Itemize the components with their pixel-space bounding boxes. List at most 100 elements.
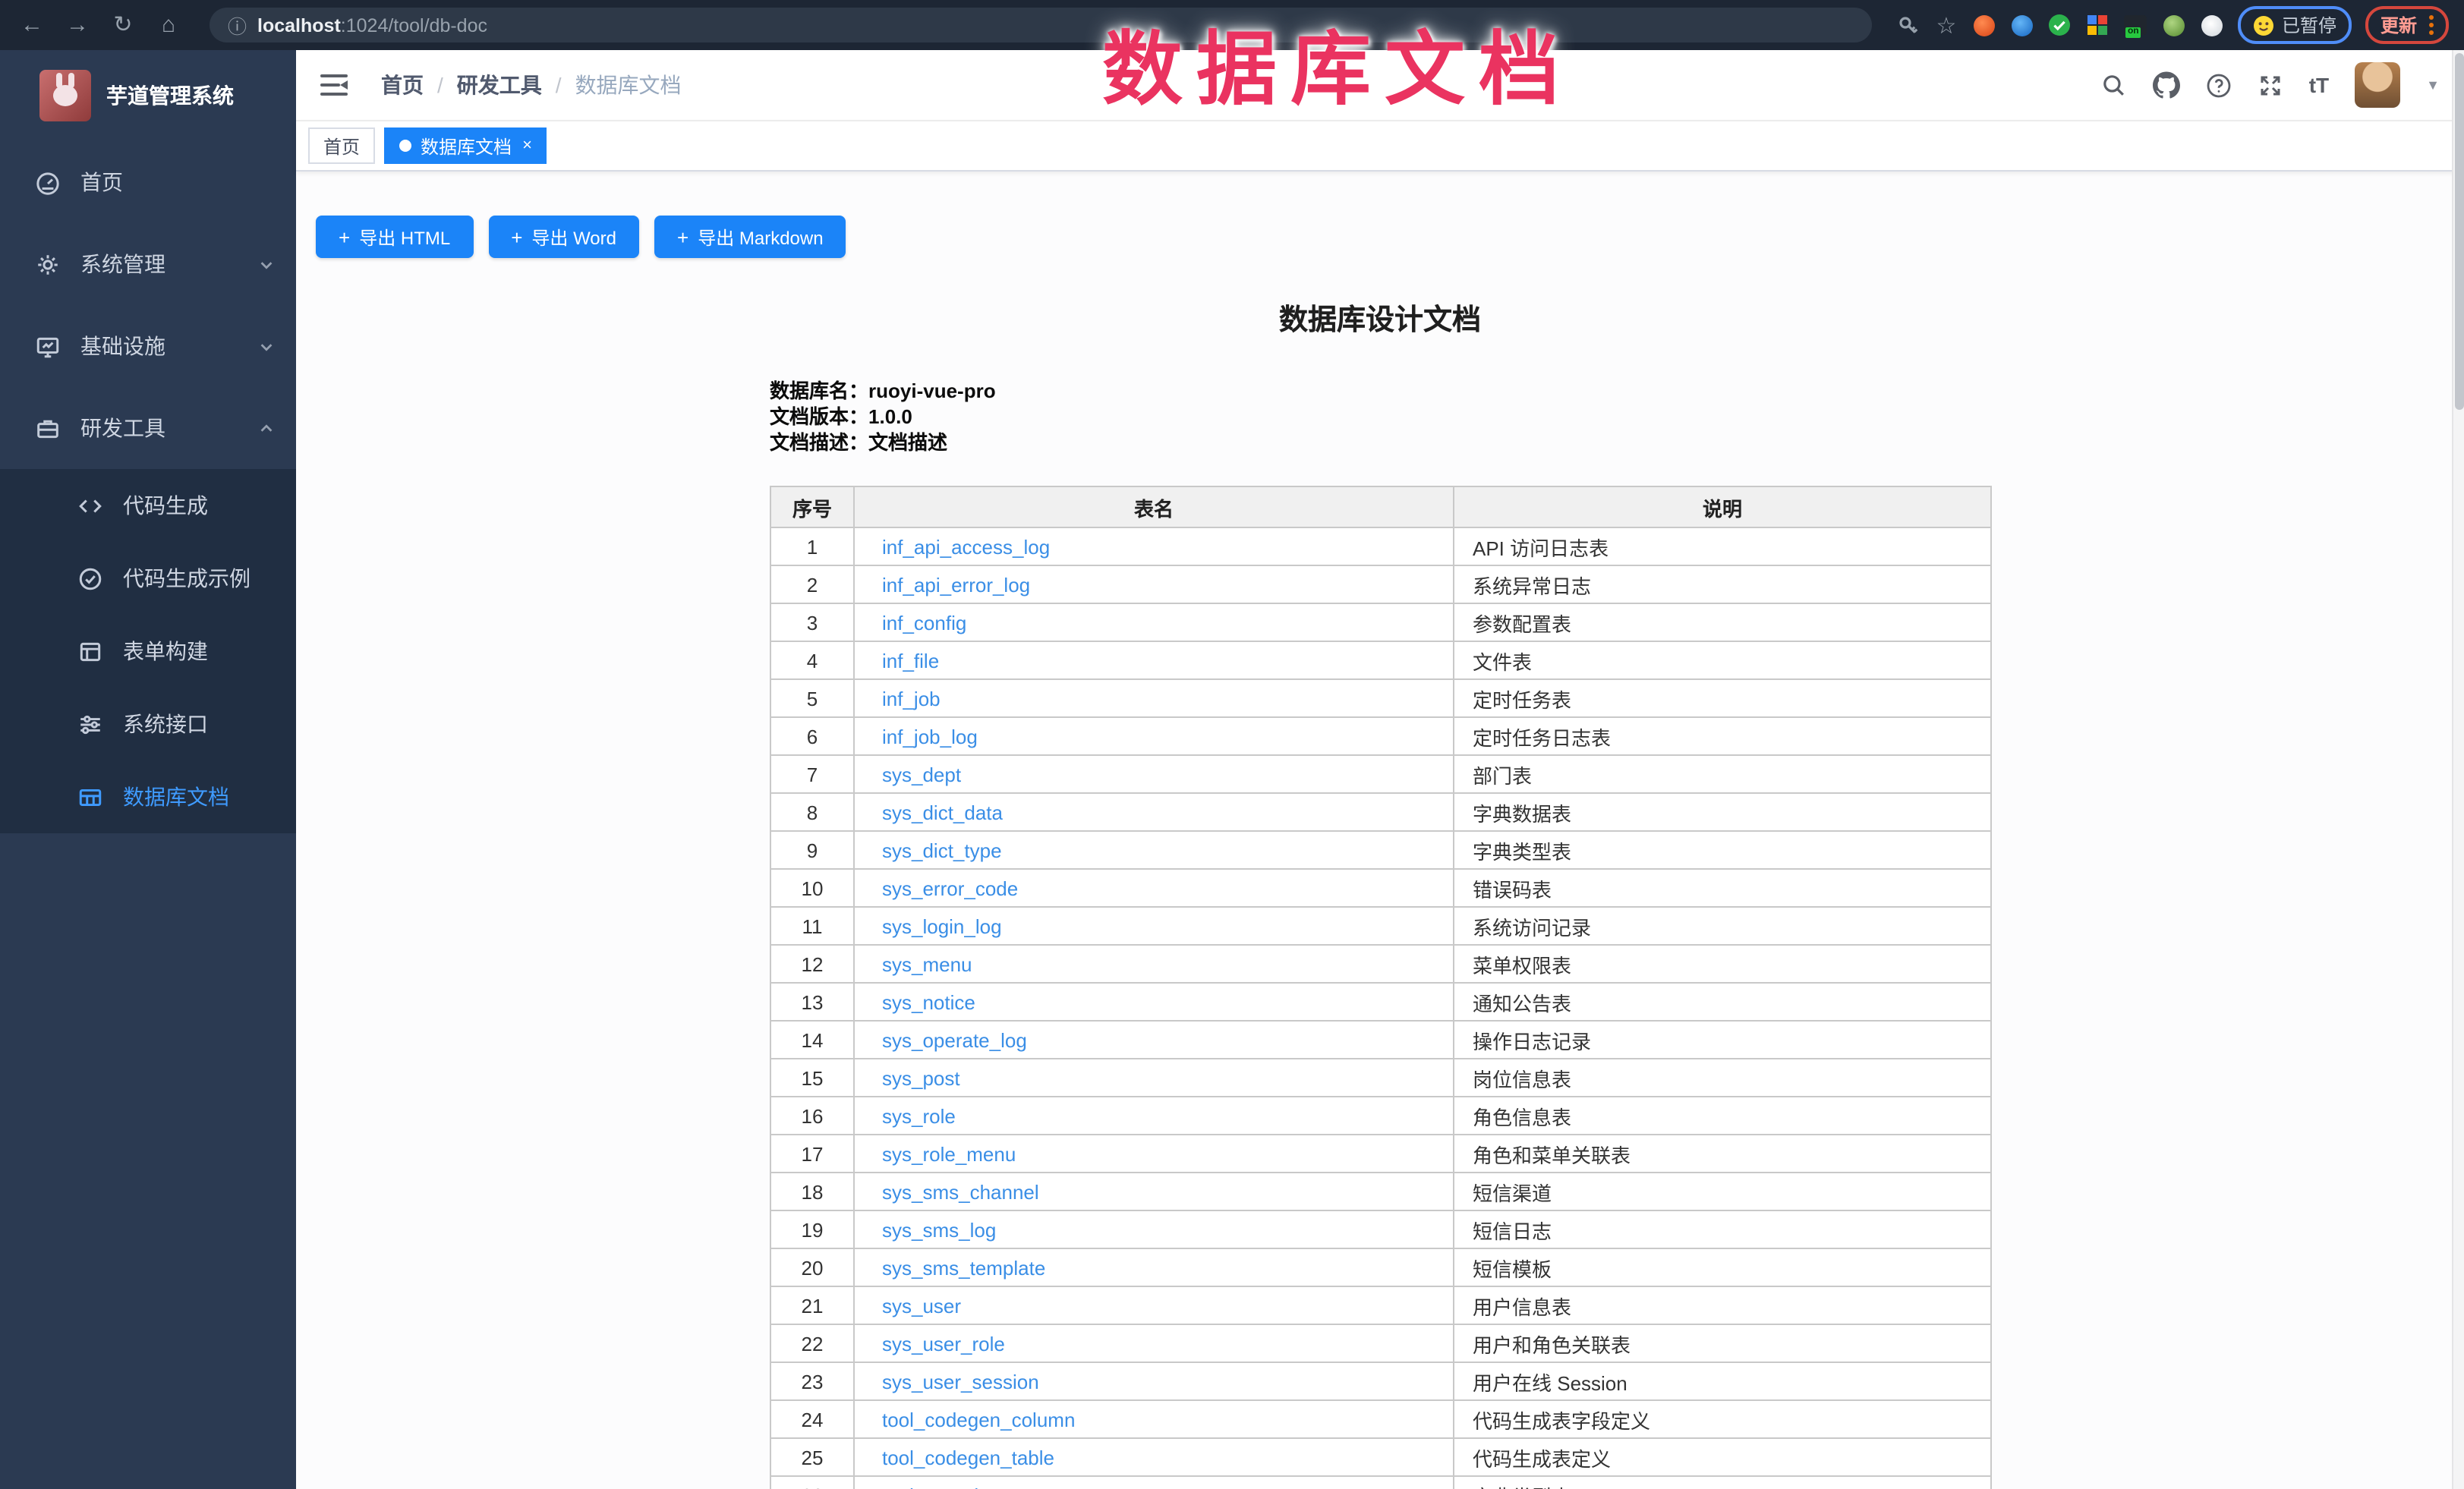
- table-name-link[interactable]: inf_config: [882, 611, 966, 634]
- ext-grid-icon[interactable]: [2086, 13, 2110, 37]
- sidebar-item-system-api[interactable]: 系统接口: [0, 688, 296, 760]
- sidebar-item-home[interactable]: 首页: [0, 141, 296, 223]
- cell-index: 13: [770, 983, 854, 1021]
- back-icon[interactable]: ←: [15, 8, 49, 42]
- table-name-link[interactable]: inf_job: [882, 687, 941, 710]
- sidebar-item-codegen-example[interactable]: 代码生成示例: [0, 542, 296, 615]
- table-name-link[interactable]: sys_menu: [882, 952, 972, 975]
- table-name-link[interactable]: inf_file: [882, 649, 939, 672]
- kebab-menu-icon[interactable]: [2429, 15, 2434, 35]
- update-label: 更新: [2381, 12, 2417, 38]
- site-info-icon[interactable]: ⓘ: [228, 11, 247, 39]
- cell-description: 用户和角色关联表: [1454, 1324, 1991, 1362]
- cell-index: 19: [770, 1210, 854, 1248]
- table-name-link[interactable]: sys_dict_data: [882, 801, 1003, 823]
- active-tag-dot: [399, 140, 411, 152]
- sidebar-item-db-doc[interactable]: 数据库文档: [0, 760, 296, 833]
- table-name-link[interactable]: sys_sms_template: [882, 1256, 1045, 1279]
- ext-on-badge-icon[interactable]: on: [2124, 13, 2148, 37]
- forward-icon[interactable]: →: [61, 8, 94, 42]
- navbar-right-tools: tT ▼: [2101, 62, 2440, 108]
- breadcrumb-devtools[interactable]: 研发工具: [457, 70, 542, 100]
- cell-description: 通知公告表: [1454, 983, 1991, 1021]
- sidebar-item-codegen[interactable]: 代码生成: [0, 469, 296, 542]
- chevron-down-icon: [258, 338, 275, 354]
- table-name-link[interactable]: sys_user: [882, 1294, 961, 1317]
- ext-blue-icon[interactable]: [2010, 13, 2034, 37]
- cell-description: 短信日志: [1454, 1210, 1991, 1248]
- font-size-icon[interactable]: tT: [2309, 73, 2329, 97]
- table-name-link[interactable]: sys_user_role: [882, 1332, 1005, 1355]
- ext-green-check-icon[interactable]: [2048, 13, 2072, 37]
- table-name-link[interactable]: inf_job_log: [882, 725, 978, 748]
- screen: ← → ↻ ⌂ ⓘ localhost:1024/tool/db-doc ☆ o…: [0, 0, 2464, 1489]
- table-name-link[interactable]: inf_api_error_log: [882, 573, 1030, 596]
- table-row: 12sys_menu菜单权限表: [770, 945, 1991, 983]
- address-bar[interactable]: ⓘ localhost:1024/tool/db-doc: [210, 8, 1872, 42]
- breadcrumb-current: 数据库文档: [575, 70, 682, 100]
- table-name-link[interactable]: sys_error_code: [882, 877, 1018, 899]
- fullscreen-icon[interactable]: [2258, 72, 2283, 98]
- plus-icon: +: [677, 225, 688, 248]
- table-row: 10sys_error_code错误码表: [770, 869, 1991, 907]
- app-logo[interactable]: 芋道管理系统: [0, 50, 296, 141]
- table-name-link[interactable]: sys_login_log: [882, 914, 1002, 937]
- table-name-link[interactable]: sys_role_menu: [882, 1142, 1016, 1165]
- sidebar-item-system[interactable]: 系统管理: [0, 223, 296, 305]
- cell-table-name: tool_test_demo: [854, 1476, 1454, 1489]
- smiley-icon: [2253, 14, 2274, 36]
- home-icon[interactable]: ⌂: [152, 8, 185, 42]
- sidebar-item-label: 系统接口: [123, 709, 208, 739]
- app-frame: 芋道管理系统 首页 系统管理: [0, 50, 2464, 1489]
- table-row: 2inf_api_error_log系统异常日志: [770, 565, 1991, 603]
- cell-description: 用户信息表: [1454, 1286, 1991, 1324]
- paused-label: 已暂停: [2282, 12, 2336, 38]
- tag-home[interactable]: 首页: [308, 127, 375, 164]
- star-icon[interactable]: ☆: [1934, 13, 1958, 37]
- cell-description: API 访问日志表: [1454, 527, 1991, 565]
- table-name-link[interactable]: sys_sms_channel: [882, 1180, 1039, 1203]
- search-icon[interactable]: [2101, 72, 2127, 98]
- scrollbar-thumb[interactable]: [2455, 53, 2464, 410]
- sidebar-item-label: 研发工具: [80, 413, 165, 443]
- ext-orange-icon[interactable]: [1972, 13, 1996, 37]
- table-name-link[interactable]: sys_dept: [882, 763, 961, 785]
- ext-leaf-icon[interactable]: [2162, 13, 2186, 37]
- sidebar-item-form-builder[interactable]: 表单构建: [0, 615, 296, 688]
- table-name-link[interactable]: sys_operate_log: [882, 1028, 1027, 1051]
- cell-index: 1: [770, 527, 854, 565]
- reload-icon[interactable]: ↻: [106, 8, 140, 42]
- app-navbar: 首页 / 研发工具 / 数据库文档: [296, 50, 2464, 121]
- table-name-link[interactable]: sys_dict_type: [882, 839, 1002, 861]
- help-icon[interactable]: [2206, 72, 2232, 98]
- cell-description: 代码生成表字段定义: [1454, 1400, 1991, 1438]
- cell-table-name: inf_config: [854, 603, 1454, 641]
- export-markdown-button[interactable]: + 导出 Markdown: [654, 216, 846, 258]
- table-name-link[interactable]: sys_post: [882, 1066, 960, 1089]
- sidebar-item-devtools[interactable]: 研发工具: [0, 387, 296, 469]
- close-icon[interactable]: ×: [522, 137, 532, 154]
- browser-update-button[interactable]: 更新: [2365, 6, 2449, 44]
- sidebar-collapse-icon[interactable]: [320, 74, 348, 96]
- ext-puzzle-icon[interactable]: [2200, 13, 2224, 37]
- paused-extension-badge[interactable]: 已暂停: [2238, 6, 2352, 44]
- table-name-link[interactable]: sys_user_session: [882, 1370, 1039, 1393]
- export-html-button[interactable]: + 导出 HTML: [316, 216, 473, 258]
- key-icon[interactable]: [1896, 13, 1920, 37]
- window-scrollbar[interactable]: [2452, 50, 2464, 1489]
- table-name-link[interactable]: sys_sms_log: [882, 1218, 996, 1241]
- export-word-button[interactable]: + 导出 Word: [488, 216, 639, 258]
- cell-index: 25: [770, 1438, 854, 1476]
- cell-index: 21: [770, 1286, 854, 1324]
- avatar[interactable]: [2355, 62, 2400, 108]
- table-name-link[interactable]: sys_role: [882, 1104, 956, 1127]
- tag-db-doc[interactable]: 数据库文档 ×: [384, 127, 547, 164]
- table-name-link[interactable]: tool_codegen_column: [882, 1408, 1075, 1431]
- github-icon[interactable]: [2153, 71, 2180, 99]
- table-name-link[interactable]: inf_api_access_log: [882, 535, 1050, 558]
- table-name-link[interactable]: tool_codegen_table: [882, 1446, 1054, 1469]
- breadcrumb-home[interactable]: 首页: [381, 70, 424, 100]
- sidebar-item-infra[interactable]: 基础设施: [0, 305, 296, 387]
- caret-down-icon[interactable]: ▼: [2426, 77, 2440, 93]
- table-name-link[interactable]: sys_notice: [882, 990, 975, 1013]
